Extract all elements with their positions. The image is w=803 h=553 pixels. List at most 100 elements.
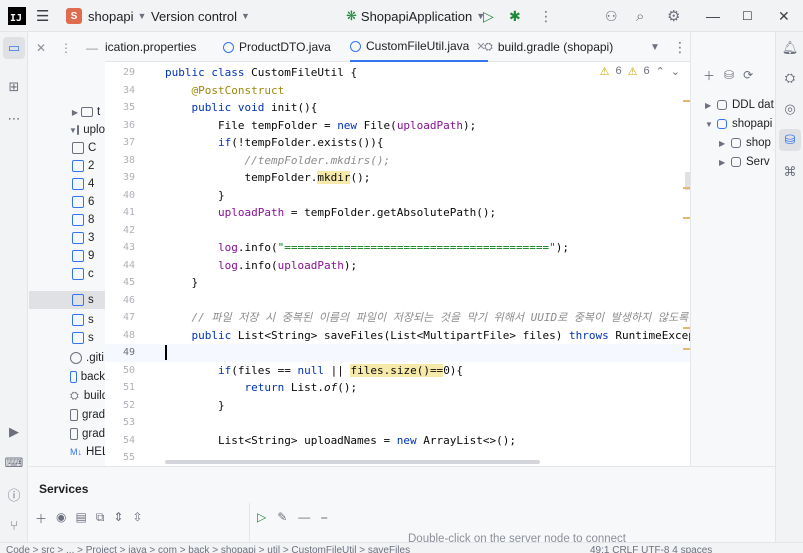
tree-item[interactable]: grad [29,406,105,424]
minus-icon[interactable]: — [298,510,310,525]
tree-item[interactable]: .giti [29,349,105,367]
more-vert-icon[interactable]: ⋮ [539,0,553,32]
services-icon[interactable]: ▶ [3,421,25,443]
tab-application-properties[interactable]: ication.properties [105,32,196,62]
status-info[interactable]: 49:1 CRLF UTF-8 4 spaces [590,545,712,553]
terminal-icon[interactable]: ⌨ [3,452,25,474]
error-stripe-marker[interactable] [683,187,690,189]
gradle-icon[interactable]: ⛭ [779,67,801,89]
collapse-panel-icon[interactable]: ⎯ [321,510,327,525]
breadcrumb[interactable]: Code > src > ... > Project > java > com … [6,545,410,553]
tree-item[interactable]: s [29,329,105,347]
add-icon[interactable]: ＋ [703,67,715,84]
tree-item[interactable]: ▶ t [29,103,105,121]
folder-icon[interactable]: ▭ [3,37,25,59]
minimize-icon[interactable]: — [706,0,720,32]
play-icon[interactable]: ▷ [483,0,494,32]
project-selector[interactable]: S shopapi ▼ [66,0,146,32]
add-user-icon[interactable]: ⚇ [605,0,618,32]
tree-item[interactable]: 3 [29,229,105,247]
chevron-down-icon: ▼ [705,119,713,129]
gear-icon[interactable]: ⚙ [667,0,680,32]
tree-item[interactable]: ⛭ build [29,387,105,405]
error-stripe-marker[interactable] [683,348,690,350]
play-icon[interactable]: ▷ [257,510,266,525]
group-icon[interactable]: ▤ [76,510,87,527]
tree-item-label: back [80,371,105,383]
error-stripe-marker[interactable] [683,100,690,102]
tab-customfileutil[interactable]: CustomFileUtil.java ✕ [350,32,488,62]
tree-item[interactable]: back [29,368,105,386]
markdown-icon: M↓ [70,447,82,457]
filter-icon[interactable]: ⧉ [96,510,105,527]
more-vert-icon[interactable]: ⋮ [60,41,72,55]
ai-assistant-icon[interactable]: ◎ [779,98,801,120]
spring-icon: ❋ [346,8,357,23]
code-editor[interactable]: ⚠ 6 ⚠ 6 ⌃ ⌄ 29 public class CustomFileUtil … [105,62,690,466]
error-stripe-marker[interactable] [683,327,690,329]
tree-item[interactable]: C [29,139,105,157]
services-title: Services [39,482,89,496]
database-icon[interactable]: ⛁ [779,129,801,151]
image-file-icon [72,178,84,190]
tree-item[interactable]: 6 [29,193,105,211]
notifications-icon[interactable]: 🔔︎ [779,37,801,59]
maximize-icon[interactable]: ☐ [742,0,753,32]
close-icon[interactable]: ✕ [778,0,790,32]
db-tree-label: shop [746,137,771,149]
class-icon [350,40,361,52]
db-tree-item[interactable]: ▶ DDL dat [705,96,774,114]
database-icon[interactable]: ⛁ [724,68,734,82]
gradle-icon: ⛭ [70,389,79,402]
tree-item-label: grad [81,428,105,440]
git-icon[interactable]: ⑂ [3,514,25,536]
tree-item[interactable]: s [29,311,105,329]
more-horiz-icon[interactable]: ⋯ [3,108,25,130]
tree-item[interactable]: M↓ HELI [29,443,105,461]
error-stripe-marker[interactable] [683,217,690,219]
code-line: 39 tempFolder.mkdir(); [122,171,371,184]
tab-build-gradle[interactable]: ⛭ build.gradle (shopapi) [484,32,613,62]
tree-item[interactable]: 2 [29,157,105,175]
code-line: 40 } [122,188,225,202]
tree-item[interactable]: 4 [29,175,105,193]
image-file-icon [72,268,84,280]
more-vert-icon[interactable]: ⋮ [673,32,687,62]
tree-item-selected[interactable]: s [29,291,105,309]
endpoints-icon[interactable]: ⌘ [779,161,801,183]
add-icon[interactable]: ＋ [35,510,47,527]
problems-icon[interactable]: ⓘ [3,483,25,505]
db-tree-item[interactable]: ▶ Serv [719,153,770,171]
tree-item[interactable]: grad [29,425,105,443]
collapse-icon[interactable]: ✕ [36,41,46,55]
run-config-selector[interactable]: ❋ ShopapiApplication ▼ [346,0,485,32]
refresh-icon[interactable]: ⟳ [743,68,753,82]
db-tree-item[interactable]: ▶ shop [719,134,771,152]
bug-icon[interactable]: ✱ [509,0,521,32]
tree-item-label: 4 [88,178,95,190]
vcs-selector[interactable]: Version control ▼ [151,0,250,32]
tree-item[interactable]: 9 [29,247,105,265]
structure-icon[interactable]: ⊞ [3,76,25,98]
tree-item[interactable]: 8 [29,211,105,229]
code-line: 36 File tempFolder = new File(uploadPath… [122,118,477,132]
search-icon[interactable]: ⌕ [636,0,644,32]
tabs-dropdown-icon[interactable]: ▼ [650,32,660,62]
tree-item[interactable]: c [29,265,105,283]
database-panel: ＋ ⛁ ⟳ ▶ DDL dat ▼ shopapi ▶ shop ▶ Serv [690,32,775,466]
tab-label: ProductDTO.java [239,40,331,54]
horizontal-scrollbar[interactable] [165,460,540,464]
expand-icon[interactable]: ⇕ [113,510,123,527]
file-icon [70,371,77,383]
tree-item-label: uplo [83,124,105,136]
tree-item[interactable]: ▼ uplo [29,121,105,139]
eye-icon[interactable]: ◉ [56,510,66,527]
collapse-icon[interactable]: ⇳ [132,510,142,527]
minimize-icon[interactable]: — [86,41,98,55]
edit-icon[interactable]: ✎ [277,510,287,525]
tab-productdto[interactable]: ProductDTO.java [223,32,331,62]
hamburger-icon[interactable]: ☰ [36,0,49,32]
divider [249,503,250,543]
code-line: 46 [122,294,135,306]
db-tree-item[interactable]: ▼ shopapi [705,115,772,133]
